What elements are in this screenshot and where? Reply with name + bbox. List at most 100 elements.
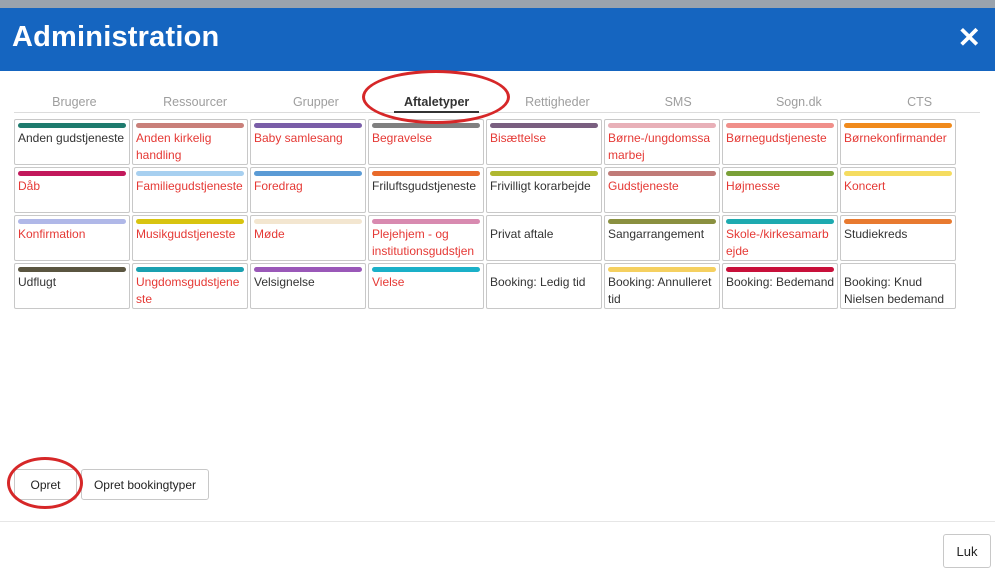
- appointment-type-card[interactable]: Musikgudstjeneste: [132, 215, 248, 261]
- color-bar: [372, 123, 480, 128]
- appointment-type-name: Dåb: [18, 179, 41, 193]
- dialog-title: Administration: [12, 21, 220, 53]
- color-bar: [844, 123, 952, 128]
- appointment-type-card[interactable]: Anden gudstjeneste: [14, 119, 130, 165]
- appointment-type-card[interactable]: Koncert: [840, 167, 956, 213]
- appointment-type-name: Konfirmation: [18, 227, 86, 241]
- tab-brugere[interactable]: Brugere: [14, 90, 135, 112]
- tab-aftaletyper[interactable]: Aftaletyper: [376, 90, 497, 113]
- color-bar: [608, 219, 716, 224]
- appointment-type-name: Familiegudstjeneste: [136, 179, 243, 193]
- color-bar: [726, 219, 834, 224]
- appointment-type-name: Friluftsgudstjeneste: [372, 179, 477, 193]
- dialog-header: Administration ✕: [0, 8, 995, 71]
- appointment-type-card[interactable]: Friluftsgudstjeneste: [368, 167, 484, 213]
- appointment-type-card[interactable]: Frivilligt korarbejde: [486, 167, 602, 213]
- appointment-type-card[interactable]: Baby samlesang: [250, 119, 366, 165]
- appointment-type-card[interactable]: Booking: Annulleret tid: [604, 263, 720, 309]
- color-bar: [844, 171, 952, 176]
- appointment-type-card[interactable]: Begravelse: [368, 119, 484, 165]
- appointment-type-card[interactable]: Børne-/ungdomssamarbej: [604, 119, 720, 165]
- color-bar: [254, 123, 362, 128]
- color-bar: [608, 123, 716, 128]
- appointment-type-card[interactable]: Dåb: [14, 167, 130, 213]
- luk-button[interactable]: Luk: [943, 534, 991, 568]
- admin-tabs: Brugere Ressourcer Grupper Aftaletyper Retti…: [14, 90, 980, 113]
- appointment-type-name: Børnegudstjeneste: [726, 131, 827, 145]
- color-bar: [844, 267, 952, 272]
- appointment-type-card[interactable]: Foredrag: [250, 167, 366, 213]
- appointment-type-card[interactable]: Børnekonfirmander: [840, 119, 956, 165]
- color-bar: [136, 123, 244, 128]
- appointment-type-card[interactable]: Ungdomsgudstjeneste: [132, 263, 248, 309]
- appointment-type-card[interactable]: Højmesse: [722, 167, 838, 213]
- appointment-type-card[interactable]: Privat aftale: [486, 215, 602, 261]
- appointment-type-name: Foredrag: [254, 179, 303, 193]
- appointment-type-name: Musikgudstjeneste: [136, 227, 236, 241]
- appointment-type-name: Anden kirkelig handling: [136, 131, 212, 162]
- appointment-type-card[interactable]: Udflugt: [14, 263, 130, 309]
- appointment-types-grid: Anden gudstjeneste Anden kirkelig handlin…: [14, 119, 956, 309]
- tab-grupper[interactable]: Grupper: [256, 90, 377, 112]
- appointment-type-name: Vielse: [372, 275, 405, 289]
- color-bar: [490, 267, 598, 272]
- appointment-type-card[interactable]: Sangarrangement: [604, 215, 720, 261]
- appointment-type-name: Frivilligt korarbejde: [490, 179, 591, 193]
- appointment-type-card[interactable]: Vielse: [368, 263, 484, 309]
- appointment-type-card[interactable]: Anden kirkelig handling: [132, 119, 248, 165]
- appointment-type-name: Skole-/kirkesamarbejde: [726, 227, 829, 258]
- tab-cts[interactable]: CTS: [859, 90, 980, 112]
- appointment-type-name: Anden gudstjeneste: [18, 131, 125, 145]
- tab-sogn-dk[interactable]: Sogn.dk: [739, 90, 860, 112]
- background-app-strip: [0, 0, 995, 8]
- tab-ressourcer[interactable]: Ressourcer: [135, 90, 256, 112]
- appointment-type-name: Udflugt: [18, 275, 57, 289]
- color-bar: [372, 219, 480, 224]
- color-bar: [608, 267, 716, 272]
- appointment-type-name: Møde: [254, 227, 285, 241]
- footer-divider: [0, 521, 995, 522]
- appointment-type-card[interactable]: Familiegudstjeneste: [132, 167, 248, 213]
- appointment-type-name: Sangarrangement: [608, 227, 705, 241]
- opret-bookingtyper-button[interactable]: Opret bookingtyper: [81, 469, 209, 500]
- appointment-type-card[interactable]: Bisættelse: [486, 119, 602, 165]
- appointment-type-card[interactable]: Skole-/kirkesamarbejde: [722, 215, 838, 261]
- appointment-type-card[interactable]: Gudstjeneste: [604, 167, 720, 213]
- appointment-type-card[interactable]: Studiekreds: [840, 215, 956, 261]
- appointment-type-name: Booking: Knud Nielsen bedemand: [844, 275, 945, 306]
- appointment-type-name: Begravelse: [372, 131, 433, 145]
- color-bar: [490, 171, 598, 176]
- appointment-type-card[interactable]: Velsignelse: [250, 263, 366, 309]
- appointment-type-card[interactable]: Møde: [250, 215, 366, 261]
- color-bar: [726, 267, 834, 272]
- appointment-type-name: Bisættelse: [490, 131, 547, 145]
- color-bar: [844, 219, 952, 224]
- color-bar: [372, 171, 480, 176]
- appointment-type-card[interactable]: Booking: Ledig tid: [486, 263, 602, 309]
- appointment-type-name: Børnekonfirmander: [844, 131, 947, 145]
- appointment-type-name: Koncert: [844, 179, 886, 193]
- appointment-type-card[interactable]: Plejehjem - og institutionsgudstjen: [368, 215, 484, 261]
- appointment-type-card[interactable]: Booking: Knud Nielsen bedemand: [840, 263, 956, 309]
- appointment-type-name: Gudstjeneste: [608, 179, 679, 193]
- appointment-type-name: Højmesse: [726, 179, 781, 193]
- color-bar: [726, 123, 834, 128]
- color-bar: [490, 123, 598, 128]
- color-bar: [136, 171, 244, 176]
- close-icon[interactable]: ✕: [958, 23, 981, 53]
- appointment-type-name: Booking: Ledig tid: [490, 275, 586, 289]
- color-bar: [18, 267, 126, 272]
- opret-button[interactable]: Opret: [14, 469, 77, 500]
- appointment-type-card[interactable]: Konfirmation: [14, 215, 130, 261]
- appointment-type-card[interactable]: Børnegudstjeneste: [722, 119, 838, 165]
- color-bar: [254, 267, 362, 272]
- color-bar: [726, 171, 834, 176]
- tab-rettigheder[interactable]: Rettigheder: [497, 90, 618, 112]
- appointment-type-card[interactable]: Booking: Bedemand: [722, 263, 838, 309]
- tab-sms[interactable]: SMS: [618, 90, 739, 112]
- color-bar: [18, 123, 126, 128]
- appointment-type-name: Velsignelse: [254, 275, 315, 289]
- color-bar: [254, 219, 362, 224]
- color-bar: [136, 219, 244, 224]
- appointment-type-name: Plejehjem - og institutionsgudstjen: [372, 227, 475, 258]
